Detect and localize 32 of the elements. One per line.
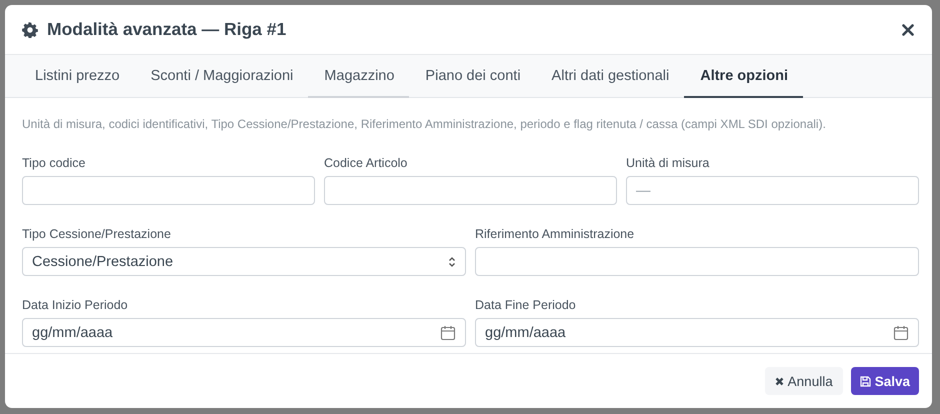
save-button[interactable]: Salva (850, 367, 919, 395)
dialog-title: Modalità avanzata — Riga #1 (47, 19, 288, 40)
dropdown-field[interactable]: Cessione/Prestazione (22, 247, 466, 276)
cancel-button[interactable]: Annulla (764, 367, 843, 395)
field-label: Tipo codice (22, 156, 86, 171)
field-label: Riferimento Amministrazione (475, 227, 636, 242)
chevron-icon (448, 256, 456, 268)
date-field[interactable]: gg/mm/aaaa (475, 318, 919, 347)
gear-icon (22, 22, 38, 38)
close-icon (902, 24, 914, 36)
field-label: Tipo Cessione/Prestazione (22, 227, 172, 242)
floppy-icon (860, 376, 871, 386)
calendar-icon (893, 324, 909, 340)
tab[interactable]: Listini prezzo (19, 55, 135, 98)
field-label: Codice Articolo (324, 156, 408, 171)
input-field[interactable] (22, 176, 315, 205)
tab[interactable]: Altri dati gestionali (536, 55, 684, 98)
field-label: Data Inizio Periodo (22, 298, 129, 313)
tab[interactable]: Piano dei conti (409, 55, 536, 98)
calendar-icon (440, 324, 456, 340)
field-label: Data Fine Periodo (475, 298, 577, 313)
description-text: Unità di misura, codici identificativi, Tipo Cessione/Prestazione, Riferimento Amministrazione, periodo e flag ritenuta / cassa (campi XML SDI opzionali). (22, 116, 827, 133)
tab[interactable]: Magazzino (308, 55, 410, 98)
tab[interactable]: Sconti / Maggiorazioni (134, 55, 308, 98)
tab[interactable]: Altre opzioni (684, 55, 804, 98)
close-button[interactable] (900, 22, 916, 38)
close-icon (774, 376, 784, 386)
date-field[interactable]: gg/mm/aaaa (22, 318, 466, 347)
field-label: Unità di misura (626, 156, 710, 171)
input-field[interactable] (324, 176, 617, 205)
input-field[interactable]: — (626, 176, 919, 205)
input-field[interactable] (475, 247, 919, 276)
